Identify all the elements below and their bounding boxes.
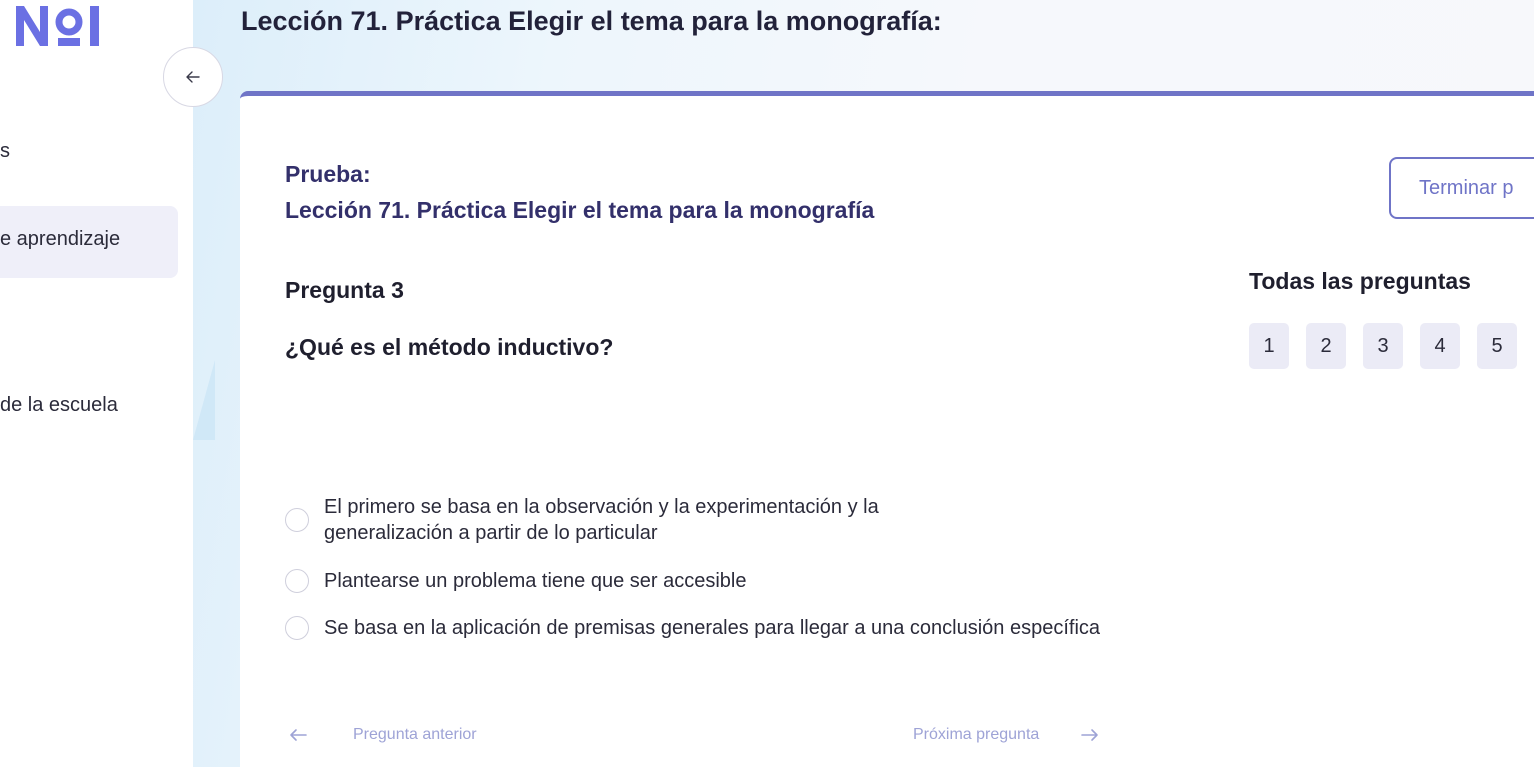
sidebar-item-label: e aprendizaje <box>0 228 121 250</box>
question-nav-item-4[interactable]: 4 <box>1420 323 1460 369</box>
radio-button[interactable] <box>285 616 309 640</box>
radio-button[interactable] <box>285 508 309 532</box>
question-nav-item-3[interactable]: 3 <box>1363 323 1403 369</box>
sidebar-item-fragment[interactable]: s <box>0 140 10 163</box>
arrow-left-icon <box>290 729 307 741</box>
finish-test-button[interactable]: Terminar p <box>1389 157 1534 219</box>
next-question-label: Próxima pregunta <box>913 726 1040 743</box>
sidebar-item-active[interactable]: e aprendizaje <box>0 206 178 278</box>
arrow-right-icon <box>1081 729 1099 741</box>
question-navigator: 1 2 3 4 5 <box>1249 323 1517 369</box>
logo[interactable] <box>14 2 106 50</box>
question-navigation: Pregunta anterior Próxima pregunta <box>285 726 1135 756</box>
sidebar-item-school[interactable]: de la escuela <box>0 394 118 417</box>
question-nav-item-5[interactable]: 5 <box>1477 323 1517 369</box>
test-label: Prueba: <box>285 161 371 187</box>
previous-question-label: Pregunta anterior <box>353 726 477 743</box>
previous-question-button[interactable]: Pregunta anterior <box>289 726 477 744</box>
answer-option-text: El primero se basa en la observación y l… <box>324 496 879 544</box>
all-questions-title: Todas las preguntas <box>1249 268 1471 294</box>
answer-option-text: Se basa en la aplicación de premisas gen… <box>324 617 1101 639</box>
answer-option[interactable]: Se basa en la aplicación de premisas gen… <box>285 615 1134 641</box>
test-name: Lección 71. Práctica Elegir el tema para… <box>285 197 875 223</box>
test-card: Prueba: Lección 71. Práctica Elegir el t… <box>240 91 1534 767</box>
radio-button[interactable] <box>285 569 309 593</box>
collapse-sidebar-button[interactable] <box>163 47 223 107</box>
question-number: Pregunta 3 <box>285 277 404 303</box>
decorative-shape <box>193 360 215 440</box>
answer-option[interactable]: El primero se basa en la observación y l… <box>285 494 1004 546</box>
arrow-left-icon <box>186 71 200 83</box>
sidebar: s e aprendizaje de la escuela <box>0 0 193 767</box>
answer-option[interactable]: Plantearse un problema tiene que ser acc… <box>285 568 746 594</box>
question-text: ¿Qué es el método inductivo? <box>285 334 614 360</box>
page-title: Lección 71. Práctica Elegir el tema para… <box>241 6 942 36</box>
question-nav-item-2[interactable]: 2 <box>1306 323 1346 369</box>
question-nav-item-1[interactable]: 1 <box>1249 323 1289 369</box>
next-question-button[interactable]: Próxima pregunta <box>913 726 1099 744</box>
answer-option-text: Plantearse un problema tiene que ser acc… <box>324 570 747 592</box>
